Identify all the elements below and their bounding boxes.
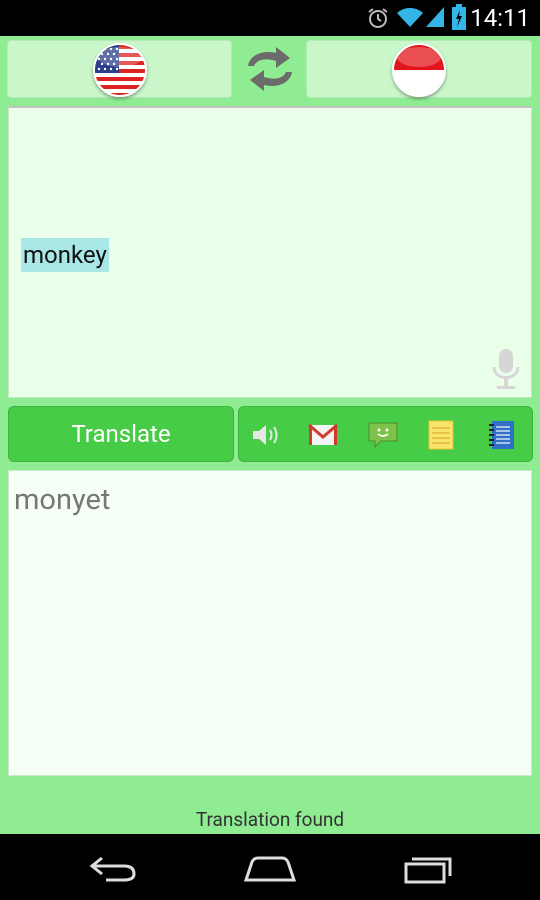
signal-icon [426, 7, 444, 27]
sms-icon[interactable] [367, 419, 399, 451]
status-bar: 14:11 [0, 0, 540, 36]
translate-button[interactable]: Translate [8, 406, 234, 462]
notebook-icon[interactable] [485, 419, 517, 451]
battery-charging-icon [452, 4, 466, 30]
notes-icon[interactable] [425, 419, 457, 451]
home-icon[interactable] [242, 852, 298, 884]
wifi-icon [397, 7, 423, 27]
translation-text: monyet [14, 483, 111, 517]
source-text-area[interactable]: monkey [8, 106, 532, 398]
gmail-icon[interactable] [307, 419, 339, 451]
back-icon[interactable] [84, 852, 140, 884]
alarm-icon [368, 8, 388, 28]
microphone-icon[interactable] [489, 347, 523, 391]
status-message: Translation found [195, 808, 345, 831]
source-language-button[interactable] [7, 40, 232, 98]
indonesia-flag-icon [392, 43, 446, 97]
share-toolbar [238, 406, 533, 462]
navigation-bar [0, 834, 540, 900]
target-language-button[interactable] [306, 40, 532, 98]
status-time: 14:11 [470, 4, 530, 32]
speaker-icon[interactable] [249, 419, 281, 451]
us-flag-icon [93, 43, 147, 97]
translation-output-area: monyet [8, 470, 532, 776]
source-text[interactable]: monkey [21, 238, 109, 272]
recents-icon[interactable] [400, 852, 456, 884]
swap-icon[interactable] [240, 44, 300, 94]
